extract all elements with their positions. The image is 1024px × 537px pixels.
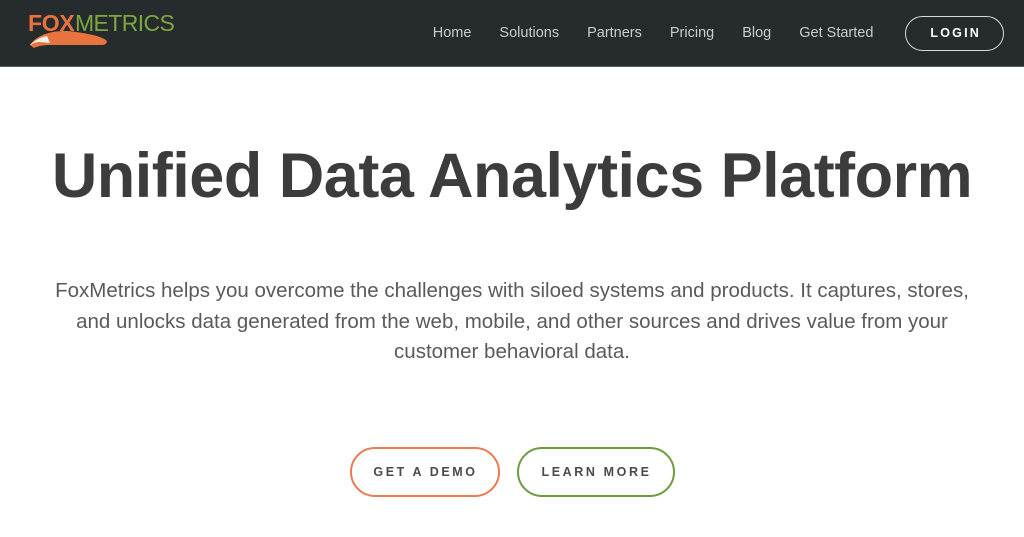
site-header: FOX METRICS Home Solutions Partners Pric… bbox=[0, 0, 1024, 67]
nav-item-blog[interactable]: Blog bbox=[728, 26, 785, 41]
nav-item-pricing[interactable]: Pricing bbox=[656, 26, 728, 41]
hero-section: Unified Data Analytics Platform FoxMetri… bbox=[0, 67, 1024, 537]
learn-more-button[interactable]: LEARN MORE bbox=[516, 447, 675, 497]
hero-description: FoxMetrics helps you overcome the challe… bbox=[55, 279, 969, 363]
login-button[interactable]: LOGIN bbox=[905, 16, 1004, 51]
svg-text:METRICS: METRICS bbox=[75, 10, 175, 36]
nav-item-solutions[interactable]: Solutions bbox=[485, 26, 573, 41]
foxmetrics-logo[interactable]: FOX METRICS bbox=[28, 9, 178, 55]
svg-text:FOX: FOX bbox=[28, 10, 75, 36]
page-title: Unified Data Analytics Platform bbox=[51, 141, 973, 211]
nav-item-home[interactable]: Home bbox=[419, 26, 486, 41]
get-a-demo-button[interactable]: GET A DEMO bbox=[349, 447, 500, 497]
hero-actions: GET A DEMO LEARN MORE bbox=[0, 447, 1024, 497]
nav-item-get-started[interactable]: Get Started bbox=[785, 26, 887, 41]
nav-item-partners[interactable]: Partners bbox=[573, 26, 656, 41]
primary-navigation: Home Solutions Partners Pricing Blog Get… bbox=[419, 0, 1008, 67]
